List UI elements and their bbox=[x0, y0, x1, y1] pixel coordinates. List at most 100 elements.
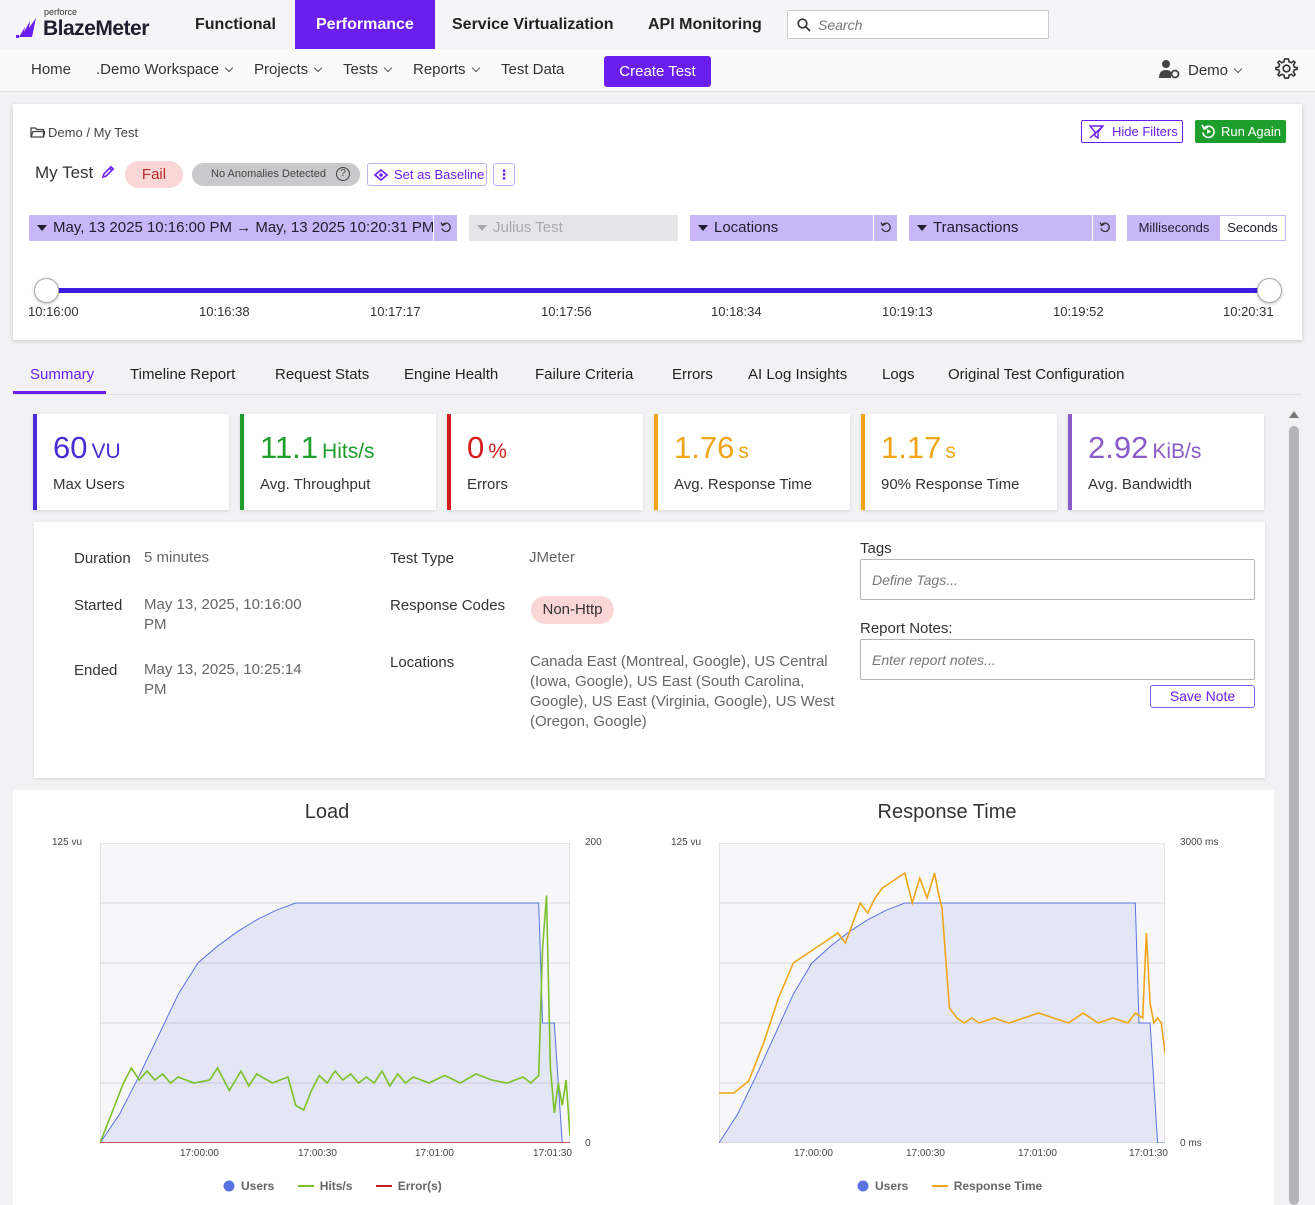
chevron-down-icon bbox=[224, 63, 234, 73]
locations-filter[interactable]: Locations bbox=[690, 215, 897, 241]
load-y-right-bottom: 0 bbox=[585, 1138, 591, 1149]
anomalies-label: No Anomalies Detected bbox=[211, 168, 326, 180]
test-name: My Test bbox=[35, 163, 94, 182]
reset-icon[interactable] bbox=[873, 215, 897, 241]
tab-logs[interactable]: Logs bbox=[882, 366, 915, 383]
folder-icon bbox=[30, 127, 46, 138]
legend-users-marker bbox=[223, 1180, 235, 1192]
load-x-tick: 17:01:30 bbox=[533, 1148, 572, 1159]
secondary-nav: Home .Demo Workspace Projects Tests Repo… bbox=[0, 49, 1315, 92]
tags-input[interactable]: Define Tags... bbox=[860, 559, 1255, 600]
nav-home[interactable]: Home bbox=[31, 61, 71, 78]
tab-engine-health[interactable]: Engine Health bbox=[404, 366, 498, 383]
reset-icon[interactable] bbox=[433, 215, 457, 241]
kpi-value: 11.1 bbox=[260, 430, 319, 465]
scrollbar[interactable] bbox=[1289, 408, 1302, 1205]
nav-tests[interactable]: Tests bbox=[343, 61, 393, 78]
ended-label: Ended bbox=[74, 662, 118, 679]
started-value-line2: PM bbox=[144, 616, 167, 633]
search-input[interactable] bbox=[818, 14, 1038, 35]
tab-failure-criteria[interactable]: Failure Criteria bbox=[535, 366, 633, 383]
flame-icon bbox=[16, 18, 36, 38]
tab-timeline-report[interactable]: Timeline Report bbox=[130, 366, 235, 383]
nav-workspace[interactable]: .Demo Workspace bbox=[96, 61, 234, 78]
reset-icon[interactable] bbox=[1092, 215, 1116, 241]
legend-hits[interactable]: Hits/s bbox=[297, 1179, 352, 1193]
timeline-tick: 10:19:52 bbox=[1053, 304, 1104, 319]
blazemeter-logo[interactable]: perforce BlazeMeter bbox=[16, 7, 156, 43]
more-options-icon[interactable]: ⋮ bbox=[493, 163, 515, 186]
nav-projects[interactable]: Projects bbox=[254, 61, 323, 78]
report-notes-input[interactable]: Enter report notes... bbox=[860, 639, 1255, 680]
kpi-unit: KiB/s bbox=[1152, 440, 1202, 463]
timeline-slider-start-handle[interactable] bbox=[34, 278, 59, 303]
load-x-tick: 17:00:30 bbox=[298, 1148, 337, 1159]
scroll-up-arrow-icon[interactable] bbox=[1289, 411, 1299, 418]
rt-x-tick: 17:00:00 bbox=[794, 1148, 833, 1159]
tab-summary[interactable]: Summary bbox=[30, 366, 94, 383]
kpi-value-wrap: 0% bbox=[467, 430, 507, 466]
tab-request-stats[interactable]: Request Stats bbox=[275, 366, 369, 383]
rt-x-tick: 17:01:00 bbox=[1018, 1148, 1057, 1159]
timeline-tick: 10:16:38 bbox=[199, 304, 250, 319]
rt-legend: Users Response Time bbox=[857, 1179, 1042, 1193]
nav-reports-label: Reports bbox=[413, 61, 466, 78]
dropdown-arrow-icon bbox=[477, 225, 487, 231]
hide-filters-button[interactable]: Hide Filters bbox=[1081, 120, 1183, 143]
run-again-label: Run Again bbox=[1221, 124, 1281, 139]
timeline-slider-track[interactable] bbox=[46, 288, 1271, 293]
tab-ai-log-insights[interactable]: AI Log Insights bbox=[748, 366, 847, 383]
unit-seconds[interactable]: Seconds bbox=[1220, 216, 1285, 240]
scrollbar-thumb[interactable] bbox=[1289, 426, 1299, 1205]
legend-response-time[interactable]: Response Time bbox=[931, 1179, 1042, 1193]
legend-users[interactable]: Users bbox=[223, 1179, 274, 1193]
topnav-performance[interactable]: Performance bbox=[295, 0, 435, 49]
tab-errors[interactable]: Errors bbox=[672, 366, 713, 383]
scenario-value: Julius Test bbox=[493, 219, 563, 236]
legend-errors-label: Error(s) bbox=[397, 1179, 442, 1193]
set-baseline-button[interactable]: Set as Baseline bbox=[367, 163, 487, 186]
kpi-avg-response-time: 1.76 s Avg. Response Time bbox=[654, 414, 850, 510]
date-range-filter[interactable]: May, 13 2025 10:16:00 PM → May, 13 2025 … bbox=[29, 215, 457, 241]
filter-off-icon bbox=[1089, 125, 1104, 139]
kpi-unit: s bbox=[738, 440, 749, 463]
nav-test-data[interactable]: Test Data bbox=[501, 61, 564, 78]
create-test-button[interactable]: Create Test bbox=[604, 56, 711, 87]
topnav-api-monitoring[interactable]: API Monitoring bbox=[627, 0, 783, 49]
kpi-label: Max Users bbox=[53, 476, 125, 493]
load-chart bbox=[100, 843, 570, 1143]
save-note-button[interactable]: Save Note bbox=[1150, 685, 1255, 708]
gear-icon[interactable] bbox=[1275, 57, 1298, 80]
kpi-avg-bandwidth: 2.92 KiB/s Avg. Bandwidth bbox=[1068, 414, 1264, 510]
rt-x-tick: 17:00:30 bbox=[906, 1148, 945, 1159]
nav-workspace-label: .Demo Workspace bbox=[96, 61, 220, 78]
breadcrumb-root[interactable]: Demo bbox=[48, 125, 83, 140]
scenario-filter: Julius Test bbox=[469, 215, 678, 241]
user-name: Demo bbox=[1188, 62, 1229, 79]
user-menu[interactable]: Demo bbox=[1158, 59, 1243, 79]
topnav-service-virtualization[interactable]: Service Virtualization bbox=[431, 0, 635, 49]
kpi-90-response-time: 1.17 s 90% Response Time bbox=[861, 414, 1057, 510]
rt-x-tick: 17:01:30 bbox=[1129, 1148, 1168, 1159]
run-again-button[interactable]: Run Again bbox=[1195, 120, 1286, 143]
timeline-slider-end-handle[interactable] bbox=[1257, 278, 1282, 303]
help-icon[interactable]: ? bbox=[336, 167, 350, 181]
locations-line: Canada East (Montreal, Google), US Centr… bbox=[530, 653, 828, 670]
kpi-label: Avg. Throughput bbox=[260, 476, 371, 493]
legend-users[interactable]: Users bbox=[857, 1179, 908, 1193]
nav-tests-label: Tests bbox=[343, 61, 379, 78]
tab-original-test-configuration[interactable]: Original Test Configuration bbox=[948, 366, 1124, 383]
unit-milliseconds[interactable]: Milliseconds bbox=[1128, 216, 1220, 240]
response-codes-label: Response Codes bbox=[390, 597, 506, 614]
legend-errors[interactable]: Error(s) bbox=[375, 1179, 442, 1193]
kpi-label: 90% Response Time bbox=[881, 476, 1020, 493]
transactions-filter[interactable]: Transactions bbox=[909, 215, 1116, 241]
edit-icon[interactable] bbox=[101, 165, 115, 179]
rt-y-right-top: 3000 ms bbox=[1180, 837, 1219, 848]
breadcrumb-leaf[interactable]: My Test bbox=[94, 125, 139, 140]
search-box[interactable] bbox=[787, 10, 1049, 39]
dropdown-arrow-icon bbox=[37, 225, 47, 231]
topnav-functional[interactable]: Functional bbox=[174, 0, 297, 49]
anomalies-badge: No Anomalies Detected ? bbox=[192, 163, 360, 186]
nav-reports[interactable]: Reports bbox=[413, 61, 480, 78]
